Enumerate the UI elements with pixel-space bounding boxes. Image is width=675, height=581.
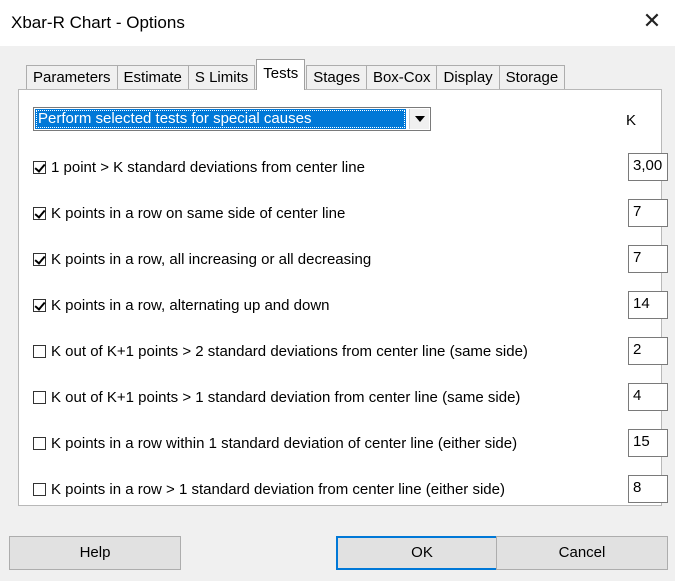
test-6-label: K out of K+1 points > 1 standard deviati… xyxy=(51,389,521,406)
test-6-checkbox[interactable] xyxy=(33,391,46,404)
test-row: K out of K+1 points > 1 standard deviati… xyxy=(33,383,668,411)
test-row: K points in a row > 1 standard deviation… xyxy=(33,475,668,503)
k-column-header: K xyxy=(626,112,637,129)
tab-estimate[interactable]: Estimate xyxy=(116,65,189,90)
help-button[interactable]: Help xyxy=(9,536,181,570)
test-5-label: K out of K+1 points > 2 standard deviati… xyxy=(51,343,528,360)
tab-tests[interactable]: Tests xyxy=(256,59,306,90)
tab-stages[interactable]: Stages xyxy=(306,65,367,90)
tests-mode-selected: Perform selected tests for special cause… xyxy=(35,109,406,129)
test-7-label: K points in a row within 1 standard devi… xyxy=(51,435,518,452)
test-8-label: K points in a row > 1 standard deviation… xyxy=(51,481,505,498)
title-bar: Xbar-R Chart - Options ✕ xyxy=(0,0,675,46)
tab-display[interactable]: Display xyxy=(436,65,500,90)
dialog-client: Parameters Estimate S Limits Tests Stage… xyxy=(0,46,675,581)
tab-box-cox[interactable]: Box-Cox xyxy=(365,65,438,90)
test-3-k-input[interactable]: 7 xyxy=(628,245,668,273)
test-7-k-input[interactable]: 15 xyxy=(628,429,668,457)
test-row: K out of K+1 points > 2 standard deviati… xyxy=(33,337,668,365)
tests-mode-select[interactable]: Perform selected tests for special cause… xyxy=(33,107,431,131)
test-row: K points in a row, all increasing or all… xyxy=(33,245,668,273)
tab-s-limits[interactable]: S Limits xyxy=(187,65,256,90)
test-4-k-input[interactable]: 14 xyxy=(628,291,668,319)
test-1-checkbox[interactable] xyxy=(33,161,46,174)
tab-parameters[interactable]: Parameters xyxy=(26,65,118,90)
test-row: K points in a row, alternating up and do… xyxy=(33,291,668,319)
test-6-k-input[interactable]: 4 xyxy=(628,383,668,411)
test-4-checkbox[interactable] xyxy=(33,299,46,312)
test-2-k-input[interactable]: 7 xyxy=(628,199,668,227)
tests-panel: Perform selected tests for special cause… xyxy=(18,89,668,506)
test-4-label: K points in a row, alternating up and do… xyxy=(51,297,330,314)
cancel-button[interactable]: Cancel xyxy=(496,536,668,570)
ok-button[interactable]: OK xyxy=(336,536,508,570)
test-row: K points in a row on same side of center… xyxy=(33,199,668,227)
test-row: K points in a row within 1 standard devi… xyxy=(33,429,668,457)
test-3-label: K points in a row, all increasing or all… xyxy=(51,251,372,268)
test-7-checkbox[interactable] xyxy=(33,437,46,450)
test-5-checkbox[interactable] xyxy=(33,345,46,358)
tab-storage[interactable]: Storage xyxy=(498,65,566,90)
test-2-label: K points in a row on same side of center… xyxy=(51,205,346,222)
test-1-label: 1 point > K standard deviations from cen… xyxy=(51,159,365,176)
test-5-k-input[interactable]: 2 xyxy=(628,337,668,365)
test-2-checkbox[interactable] xyxy=(33,207,46,220)
window-title: Xbar-R Chart - Options xyxy=(11,13,185,32)
test-8-k-input[interactable]: 8 xyxy=(628,475,668,503)
test-3-checkbox[interactable] xyxy=(33,253,46,266)
test-1-k-input[interactable]: 3,00 xyxy=(628,153,668,181)
test-8-checkbox[interactable] xyxy=(33,483,46,496)
tab-strip: Parameters Estimate S Limits Tests Stage… xyxy=(26,59,566,90)
test-row: 1 point > K standard deviations from cen… xyxy=(33,153,668,181)
chevron-down-icon[interactable] xyxy=(409,109,429,129)
close-icon[interactable]: ✕ xyxy=(639,9,665,35)
